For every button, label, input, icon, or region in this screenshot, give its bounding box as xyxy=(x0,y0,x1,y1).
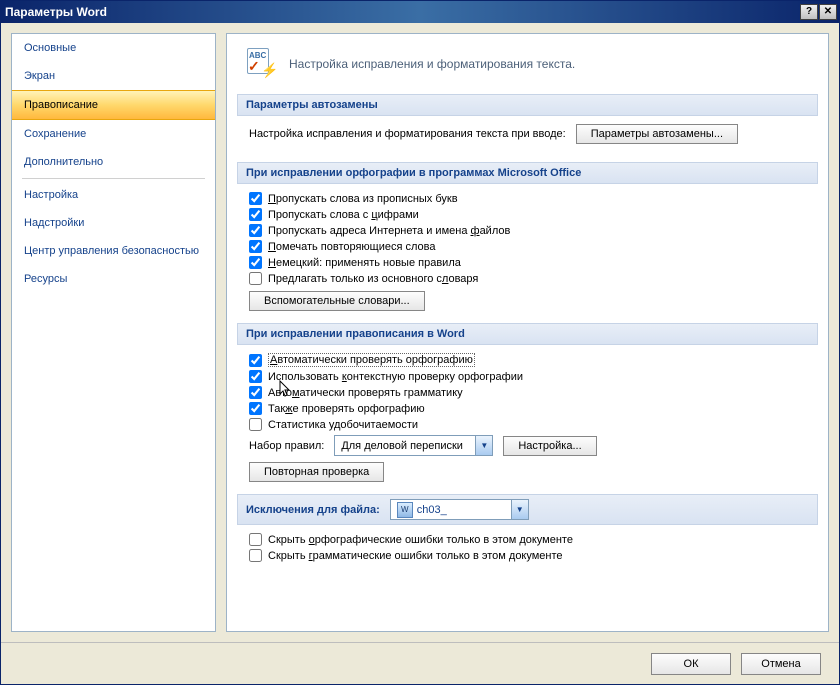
hide-spell-errors-label: Скрыть орфографические ошибки только в э… xyxy=(268,534,573,546)
nav-addins[interactable]: Надстройки xyxy=(12,209,215,237)
autocorrect-desc: Настройка исправления и форматирования т… xyxy=(249,128,566,140)
page-header-text: Настройка исправления и форматирования т… xyxy=(289,57,575,71)
flag-repeated-checkbox[interactable] xyxy=(249,240,262,253)
also-spell-checkbox[interactable] xyxy=(249,402,262,415)
page-header: ABC ✓ ⚡ Настройка исправления и форматир… xyxy=(237,44,818,94)
chevron-down-icon: ▼ xyxy=(511,500,528,519)
nav-general[interactable]: Основные xyxy=(12,34,215,62)
word-spell-section: Автоматически проверять орфографию Испол… xyxy=(237,353,818,494)
content-panel: ABC ✓ ⚡ Настройка исправления и форматир… xyxy=(226,33,829,632)
exceptions-section-header: Исключения для файла: W ch03_ ▼ xyxy=(237,494,818,525)
hide-grammar-errors-checkbox[interactable] xyxy=(249,549,262,562)
context-spell-checkbox[interactable] xyxy=(249,370,262,383)
options-window: Параметры Word ? ✕ Основные Экран Правоп… xyxy=(0,0,840,685)
word-spell-section-header: При исправлении правописания в Word xyxy=(237,323,818,345)
context-spell-label: Использовать контекстную проверку орфогр… xyxy=(268,371,523,383)
auto-grammar-checkbox[interactable] xyxy=(249,386,262,399)
cancel-button[interactable]: Отмена xyxy=(741,653,821,675)
titlebar: Параметры Word ? ✕ xyxy=(1,1,839,23)
word-file-icon: W xyxy=(397,502,413,518)
also-spell-label: Также проверять орфографию xyxy=(268,403,425,415)
chevron-down-icon: ▼ xyxy=(475,436,492,455)
nav-proofing[interactable]: Правописание xyxy=(12,90,215,120)
category-sidebar: Основные Экран Правописание Сохранение Д… xyxy=(11,33,216,632)
recheck-document-button[interactable]: Повторная проверка xyxy=(249,462,384,482)
main-dict-only-checkbox[interactable] xyxy=(249,272,262,285)
autocorrect-section: Настройка исправления и форматирования т… xyxy=(237,124,818,162)
german-rules-checkbox[interactable] xyxy=(249,256,262,269)
rules-set-select[interactable]: Для деловой переписки ▼ xyxy=(334,435,493,456)
main-dict-only-label: Предлагать только из основного словаря xyxy=(268,273,478,285)
auto-spell-checkbox[interactable] xyxy=(249,354,262,367)
rules-set-label: Набор правил: xyxy=(249,440,324,452)
nav-customize[interactable]: Настройка xyxy=(12,181,215,209)
readability-stats-label: Статистика удобочитаемости xyxy=(268,419,418,431)
auto-grammar-label: Автоматически проверять грамматику xyxy=(268,387,463,399)
readability-stats-checkbox[interactable] xyxy=(249,418,262,431)
flag-repeated-label: Помечать повторяющиеся слова xyxy=(268,241,436,253)
nav-advanced[interactable]: Дополнительно xyxy=(12,148,215,176)
german-rules-label: Немецкий: применять новые правила xyxy=(268,257,461,269)
nav-separator xyxy=(22,178,205,179)
ignore-urls-checkbox[interactable] xyxy=(249,224,262,237)
auto-spell-label: Автоматически проверять орфографию xyxy=(268,353,475,367)
hide-grammar-errors-label: Скрыть грамматические ошибки только в эт… xyxy=(268,550,563,562)
dialog-body: Основные Экран Правописание Сохранение Д… xyxy=(1,23,839,642)
nav-save[interactable]: Сохранение xyxy=(12,120,215,148)
ignore-numbers-label: Пропускать слова с цифрами xyxy=(268,209,419,221)
window-title: Параметры Word xyxy=(5,5,799,19)
proofing-icon: ABC ✓ ⚡ xyxy=(245,48,277,80)
autocorrect-options-button[interactable]: Параметры автозамены... xyxy=(576,124,738,144)
ignore-uppercase-checkbox[interactable] xyxy=(249,192,262,205)
ignore-uppercase-label: Пропускать слова из прописных букв xyxy=(268,193,458,205)
autocorrect-section-header: Параметры автозамены xyxy=(237,94,818,116)
ignore-numbers-checkbox[interactable] xyxy=(249,208,262,221)
close-button[interactable]: ✕ xyxy=(819,4,837,20)
exceptions-label: Исключения для файла: xyxy=(246,504,380,516)
office-spell-section: Пропускать слова из прописных букв Пропу… xyxy=(237,192,818,323)
exceptions-section: Скрыть орфографические ошибки только в э… xyxy=(237,533,818,577)
nav-resources[interactable]: Ресурсы xyxy=(12,265,215,293)
exceptions-file-select[interactable]: W ch03_ ▼ xyxy=(390,499,529,520)
custom-dictionaries-button[interactable]: Вспомогательные словари... xyxy=(249,291,425,311)
ok-button[interactable]: ОК xyxy=(651,653,731,675)
grammar-settings-button[interactable]: Настройка... xyxy=(503,436,596,456)
nav-display[interactable]: Экран xyxy=(12,62,215,90)
nav-trust-center[interactable]: Центр управления безопасностью xyxy=(12,237,215,265)
hide-spell-errors-checkbox[interactable] xyxy=(249,533,262,546)
dialog-footer: ОК Отмена xyxy=(1,642,839,684)
office-spell-section-header: При исправлении орфографии в программах … xyxy=(237,162,818,184)
ignore-urls-label: Пропускать адреса Интернета и имена файл… xyxy=(268,225,510,237)
help-button[interactable]: ? xyxy=(800,4,818,20)
window-controls: ? ✕ xyxy=(799,4,837,20)
